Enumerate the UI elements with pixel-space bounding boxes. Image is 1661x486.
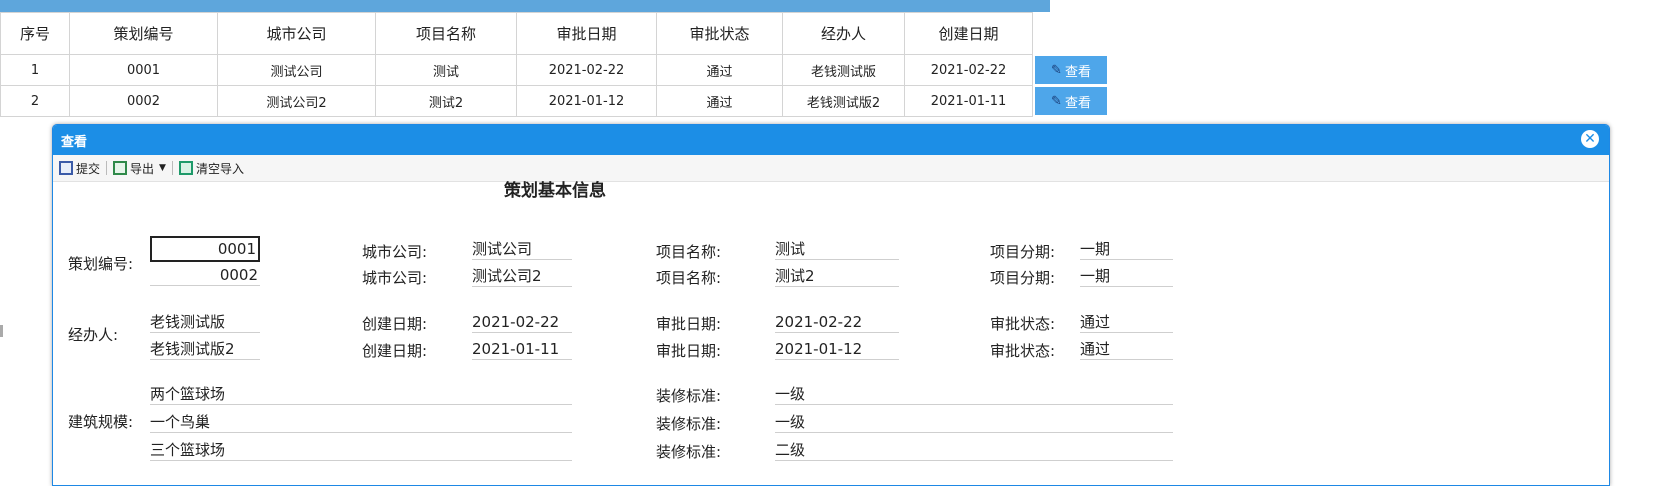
table-cell: 老钱测试版2: [782, 85, 905, 117]
submit-button[interactable]: 提交: [55, 160, 104, 177]
decoration-std-field[interactable]: 二级: [775, 439, 1173, 461]
table-cell: 2021-01-11: [904, 85, 1033, 117]
plan-no-field[interactable]: 0001: [150, 236, 260, 262]
submit-label: 提交: [76, 161, 101, 176]
label-project-name: 项目名称:: [656, 269, 722, 287]
label-plan-no: 策划编号:: [68, 255, 134, 273]
label-approve-status: 审批状态:: [990, 342, 1056, 360]
dialog-header[interactable]: 查看 ✕: [53, 125, 1609, 155]
handler-field[interactable]: 老钱测试版: [150, 311, 260, 333]
decoration-std-field[interactable]: 一级: [775, 411, 1173, 433]
table-cell: 0002: [69, 85, 218, 117]
chevron-down-icon: ▼: [159, 163, 166, 173]
label-building-scale: 建筑规模:: [68, 413, 134, 431]
city-company-field[interactable]: 测试公司2: [472, 265, 572, 287]
form-title: 策划基本信息: [504, 181, 606, 201]
edit-icon: ✎: [1051, 93, 1062, 109]
label-approve-status: 审批状态:: [990, 315, 1056, 333]
approve-status-field[interactable]: 通过: [1080, 338, 1173, 360]
table-cell: 老钱测试版: [782, 54, 905, 86]
column-header[interactable]: 城市公司: [217, 12, 376, 55]
column-header[interactable]: 序号: [0, 12, 70, 55]
label-create-date: 创建日期:: [362, 315, 428, 333]
toolbar-divider: [171, 161, 173, 175]
table-cell: 通过: [656, 54, 783, 86]
table-cell: 1: [0, 54, 70, 86]
export-label: 导出: [130, 161, 155, 176]
label-project-phase: 项目分期:: [990, 269, 1056, 287]
project-name-field[interactable]: 测试2: [775, 265, 899, 287]
export-button[interactable]: 导出 ▼: [109, 160, 170, 177]
clear-import-button[interactable]: 清空导入: [175, 160, 248, 177]
column-header-action: [1032, 12, 1124, 55]
table-cell-action: ✎ 查看: [1033, 55, 1124, 86]
label-decoration-std: 装修标准:: [656, 387, 722, 405]
toolbar-divider: [106, 161, 108, 175]
label-project-name: 项目名称:: [656, 243, 722, 261]
table-row[interactable]: 1 0001 测试公司 测试 2021-02-22 通过 老钱测试版 2021-…: [0, 54, 1124, 86]
decoration-std-field[interactable]: 一级: [775, 383, 1173, 405]
table-cell: 测试2: [375, 85, 517, 117]
dialog-title: 查看: [61, 134, 88, 150]
project-phase-field[interactable]: 一期: [1080, 238, 1173, 260]
label-create-date: 创建日期:: [362, 342, 428, 360]
plan-no-field[interactable]: 0002: [150, 264, 260, 286]
table-cell: 2021-02-22: [516, 54, 657, 86]
approve-status-field[interactable]: 通过: [1080, 311, 1173, 333]
project-phase-field[interactable]: 一期: [1080, 265, 1173, 287]
building-scale-field[interactable]: 一个鸟巢: [150, 411, 572, 433]
save-icon: [59, 161, 73, 175]
table-cell: 测试公司: [217, 54, 376, 86]
left-edge-marker: [0, 325, 3, 337]
table-cell: 测试: [375, 54, 517, 86]
column-header[interactable]: 策划编号: [69, 12, 218, 55]
label-project-phase: 项目分期:: [990, 243, 1056, 261]
table-cell: 2: [0, 85, 70, 117]
table-header-row: 序号 策划编号 城市公司 项目名称 审批日期 审批状态 经办人 创建日期: [0, 12, 1124, 55]
building-scale-field[interactable]: 三个篮球场: [150, 439, 572, 461]
table-cell: 2021-01-12: [516, 85, 657, 117]
plan-list-table: 序号 策划编号 城市公司 项目名称 审批日期 审批状态 经办人 创建日期 1 0…: [0, 12, 1124, 117]
building-scale-field[interactable]: 两个篮球场: [150, 383, 572, 405]
create-date-field[interactable]: 2021-01-11: [472, 338, 572, 360]
label-decoration-std: 装修标准:: [656, 443, 722, 461]
spreadsheet-icon: [178, 161, 193, 175]
view-button-label: 查看: [1064, 64, 1091, 80]
create-date-field[interactable]: 2021-02-22: [472, 311, 572, 333]
view-button[interactable]: ✎ 查看: [1035, 56, 1107, 84]
column-header[interactable]: 经办人: [782, 12, 905, 55]
label-approve-date: 审批日期:: [656, 315, 722, 333]
clear-import-label: 清空导入: [195, 161, 244, 176]
view-button[interactable]: ✎ 查看: [1035, 87, 1107, 115]
label-city-company: 城市公司:: [362, 243, 428, 261]
table-cell: 0001: [69, 54, 218, 86]
table-cell: 2021-02-22: [904, 54, 1033, 86]
close-icon[interactable]: ✕: [1581, 130, 1599, 148]
column-header[interactable]: 创建日期: [904, 12, 1033, 55]
handler-field[interactable]: 老钱测试版2: [150, 338, 260, 360]
label-decoration-std: 装修标准:: [656, 415, 722, 433]
view-button-label: 查看: [1064, 95, 1091, 111]
column-header[interactable]: 审批日期: [516, 12, 657, 55]
project-name-field[interactable]: 测试: [775, 238, 899, 260]
approve-date-field[interactable]: 2021-01-12: [775, 338, 899, 360]
label-handler: 经办人:: [68, 326, 119, 344]
export-icon: [113, 161, 128, 175]
top-header-bar: [0, 0, 1050, 12]
column-header[interactable]: 项目名称: [375, 12, 517, 55]
table-cell: 测试公司2: [217, 85, 376, 117]
table-cell: 通过: [656, 85, 783, 117]
label-city-company: 城市公司:: [362, 269, 428, 287]
column-header[interactable]: 审批状态: [656, 12, 783, 55]
table-cell-action: ✎ 查看: [1033, 86, 1124, 117]
label-approve-date: 审批日期:: [656, 342, 722, 360]
city-company-field[interactable]: 测试公司: [472, 238, 572, 260]
approve-date-field[interactable]: 2021-02-22: [775, 311, 899, 333]
table-row[interactable]: 2 0002 测试公司2 测试2 2021-01-12 通过 老钱测试版2 20…: [0, 85, 1124, 117]
edit-icon: ✎: [1051, 62, 1062, 78]
